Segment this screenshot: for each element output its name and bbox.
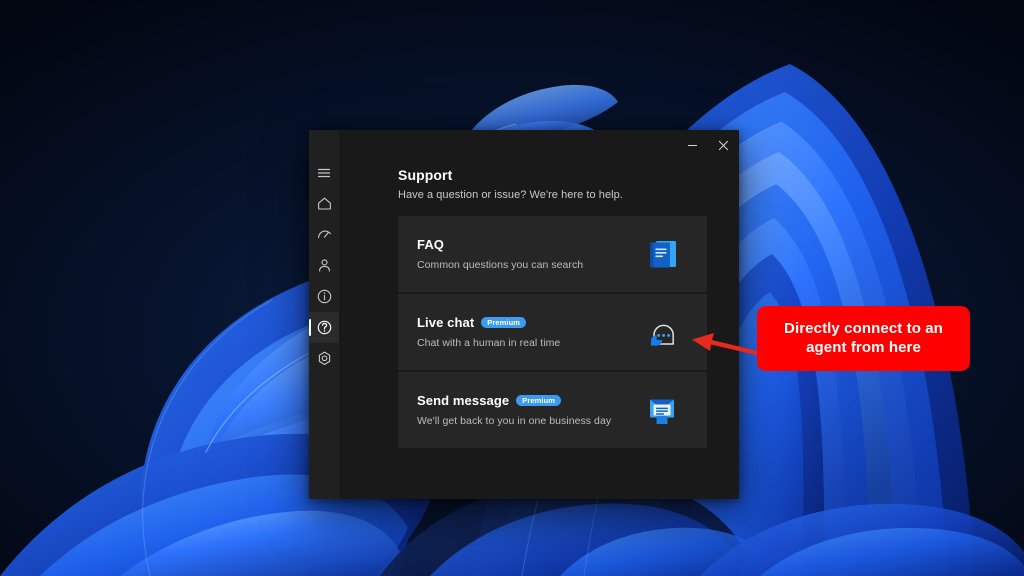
card-description: Common questions you can search <box>417 259 584 271</box>
desktop: Support Have a question or issue? We're … <box>0 0 1024 576</box>
support-card-live-chat[interactable]: Live chat Premium Chat with a human in r… <box>398 294 707 370</box>
page-header: Support Have a question or issue? We're … <box>339 161 739 201</box>
card-text: Send message Premium We'll get back to y… <box>417 393 639 427</box>
premium-badge: Premium <box>516 394 562 407</box>
close-button[interactable] <box>708 130 739 161</box>
card-title: Live chat <box>417 315 475 330</box>
sidebar-item-settings[interactable] <box>309 343 339 374</box>
sidebar-item-support[interactable] <box>309 312 339 343</box>
support-card-send-message[interactable]: Send message Premium We'll get back to y… <box>398 372 707 448</box>
card-title-row: Live chat Premium <box>417 315 639 330</box>
page-title: Support <box>398 167 453 183</box>
page-subtitle: Have a question or issue? We're here to … <box>398 189 623 201</box>
card-description: We'll get back to you in one business da… <box>417 415 612 427</box>
minimize-button[interactable] <box>677 130 708 161</box>
sidebar-item-about[interactable] <box>309 281 339 312</box>
support-options-list: FAQ Common questions you can search Live… <box>398 216 707 448</box>
envelope-icon <box>639 387 685 433</box>
annotation-callout: Directly connect to an agent from here <box>757 306 970 371</box>
card-description: Chat with a human in real time <box>417 337 561 349</box>
sidebar-item-performance[interactable] <box>309 219 339 250</box>
card-text: FAQ Common questions you can search <box>417 237 639 271</box>
hamburger-menu-icon[interactable] <box>309 157 339 188</box>
support-app-window: Support Have a question or issue? We're … <box>309 130 739 499</box>
book-icon <box>639 231 685 277</box>
card-title-row: FAQ <box>417 237 639 252</box>
premium-badge: Premium <box>481 316 527 329</box>
card-text: Live chat Premium Chat with a human in r… <box>417 315 639 349</box>
chat-bubble-icon <box>639 309 685 355</box>
window-titlebar <box>339 130 739 161</box>
content-area: Support Have a question or issue? We're … <box>339 130 739 499</box>
annotation-text: Directly connect to an agent from here <box>784 319 943 356</box>
sidebar-item-account[interactable] <box>309 250 339 281</box>
card-title: FAQ <box>417 237 445 252</box>
sidebar-item-home[interactable] <box>309 188 339 219</box>
card-title: Send message <box>417 393 510 408</box>
card-title-row: Send message Premium <box>417 393 639 408</box>
support-card-faq[interactable]: FAQ Common questions you can search <box>398 216 707 292</box>
navigation-rail <box>309 130 339 499</box>
